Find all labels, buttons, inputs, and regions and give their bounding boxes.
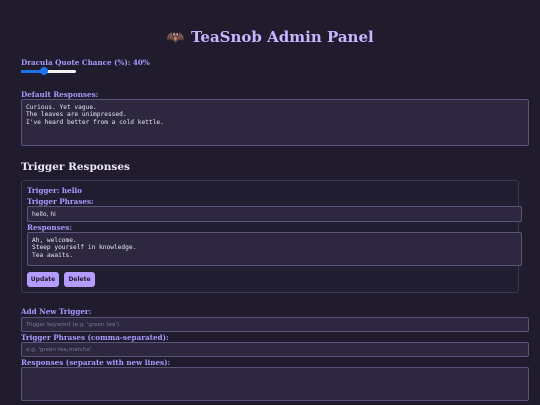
default-responses-label: Default Responses:: [21, 90, 99, 99]
dracula-chance-slider[interactable]: [21, 67, 76, 75]
bat-icon: 🦇: [166, 28, 185, 46]
new-trigger-responses-textarea[interactable]: [21, 367, 529, 401]
trigger-phrases-input[interactable]: [27, 206, 522, 222]
update-button[interactable]: Update: [27, 272, 59, 287]
dracula-chance-label: Dracula Quote Chance (%): 40%: [21, 58, 150, 67]
slider-thumb[interactable]: [39, 67, 48, 75]
trigger-phrases-label: Trigger Phrases:: [27, 197, 94, 206]
page-title-text: TeaSnob Admin Panel: [190, 28, 374, 46]
trigger-responses-heading: Trigger Responses: [21, 161, 130, 173]
new-trigger-phrases-input[interactable]: [21, 342, 529, 357]
new-trigger-responses-label: Responses (separate with new lines):: [21, 358, 171, 367]
trigger-name-label: Trigger: hello: [27, 186, 82, 195]
page-title: 🦇 TeaSnob Admin Panel: [0, 28, 540, 46]
delete-button[interactable]: Delete: [64, 272, 95, 287]
add-new-trigger-label: Add New Trigger:: [21, 307, 92, 316]
trigger-responses-textarea[interactable]: [27, 232, 522, 266]
new-trigger-keyword-input[interactable]: [21, 317, 529, 332]
trigger-responses-label: Responses:: [27, 223, 72, 232]
default-responses-textarea[interactable]: [21, 99, 529, 146]
new-trigger-phrases-label: Trigger Phrases (comma-separated):: [21, 333, 169, 342]
